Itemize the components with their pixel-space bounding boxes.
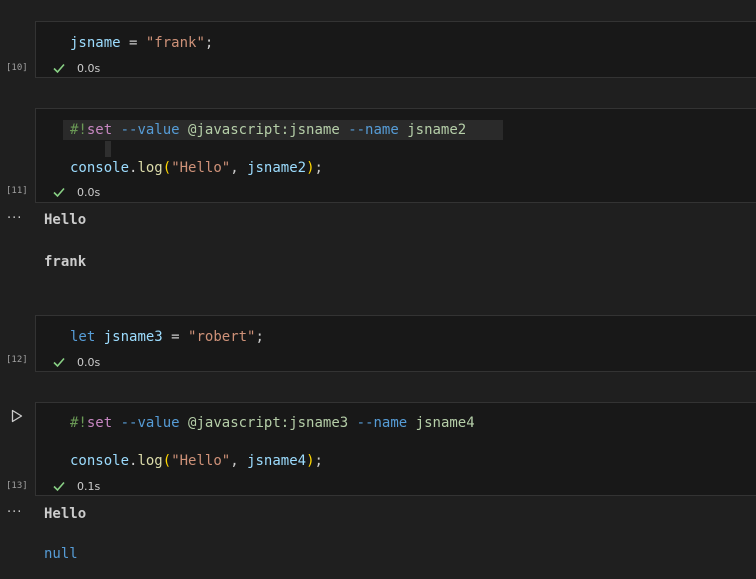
code-token: console xyxy=(70,453,130,469)
code-token: jsname2 xyxy=(407,122,467,138)
execution-time: 0.0s xyxy=(77,355,101,369)
code-token: #! xyxy=(70,122,87,138)
notebook-editor: jsname = "frank"; 0.0s [10] #!set --valu… xyxy=(0,0,756,579)
code-token: set xyxy=(86,122,113,138)
check-icon xyxy=(53,63,65,74)
code-token: jsname3 xyxy=(103,329,163,345)
code-cell-11[interactable]: #!set --value @javascript:jsname --name … xyxy=(35,108,756,203)
code-token: , xyxy=(230,453,248,469)
execution-time: 0.0s xyxy=(77,185,101,199)
code-line[interactable]: let jsname3 = "robert"; xyxy=(70,328,264,346)
execution-time: 0.0s xyxy=(77,61,101,75)
output-line: Hello xyxy=(44,506,87,522)
code-token: ( xyxy=(162,160,172,176)
cell-status: 0.0s xyxy=(52,61,100,75)
play-icon[interactable] xyxy=(11,409,23,423)
execution-count: [13] xyxy=(6,481,28,491)
code-line[interactable]: console.log("Hello", jsname2); xyxy=(70,159,323,177)
code-token: "robert" xyxy=(188,329,256,345)
code-token: ) xyxy=(306,453,315,469)
output-line: frank xyxy=(44,254,87,270)
code-token: --name xyxy=(356,415,408,431)
code-token: #! xyxy=(70,415,87,431)
code-token: "Hello" xyxy=(171,160,231,176)
execution-time: 0.1s xyxy=(77,479,101,493)
check-icon xyxy=(53,187,65,198)
code-token: log xyxy=(137,160,163,176)
code-token: @javascript:jsname xyxy=(188,122,340,138)
execution-count: [11] xyxy=(6,186,28,196)
code-token: --name xyxy=(348,122,399,138)
code-token: log xyxy=(137,453,163,469)
code-token: , xyxy=(230,160,248,176)
execution-count: [12] xyxy=(6,355,28,365)
code-token: jsname2 xyxy=(247,160,307,176)
line-gutter-mark xyxy=(105,141,111,157)
output-menu-button[interactable]: ··· xyxy=(7,211,22,226)
code-token: ; xyxy=(255,329,264,345)
cell-status: 0.1s xyxy=(52,479,100,493)
code-token: set xyxy=(86,415,113,431)
check-icon xyxy=(53,357,65,368)
code-token: --value xyxy=(120,122,180,138)
cell-status: 0.0s xyxy=(52,185,100,199)
check-icon xyxy=(53,481,65,492)
code-line[interactable]: #!set --value @javascript:jsname3 --name… xyxy=(70,414,475,432)
code-token: console xyxy=(70,160,130,176)
output-line: Hello xyxy=(44,212,87,228)
code-token: ( xyxy=(162,453,172,469)
code-token: ) xyxy=(306,160,315,176)
code-token: ; xyxy=(314,453,323,469)
output-menu-button[interactable]: ··· xyxy=(7,505,22,520)
code-token: jsname4 xyxy=(415,415,475,431)
code-token: ; xyxy=(314,160,323,176)
code-line[interactable]: jsname = "frank"; xyxy=(70,34,213,52)
code-token: jsname4 xyxy=(247,453,307,469)
code-cell-12[interactable]: let jsname3 = "robert"; 0.0s xyxy=(35,315,756,372)
code-token: = xyxy=(120,35,146,51)
execution-count: [10] xyxy=(6,63,28,73)
code-token: let xyxy=(70,329,96,345)
code-token: "Hello" xyxy=(171,453,231,469)
code-line[interactable]: console.log("Hello", jsname4); xyxy=(70,452,323,470)
code-token: @javascript:jsname3 xyxy=(188,415,349,431)
code-token: = xyxy=(162,329,189,345)
code-cell-13[interactable]: #!set --value @javascript:jsname3 --name… xyxy=(35,402,756,496)
code-cell-10[interactable]: jsname = "frank"; 0.0s xyxy=(35,21,756,78)
code-token: jsname xyxy=(70,35,121,51)
code-token: ; xyxy=(204,35,214,51)
code-token: --value xyxy=(120,415,180,431)
cell-status: 0.0s xyxy=(52,355,100,369)
code-line[interactable]: #!set --value @javascript:jsname --name … xyxy=(70,121,466,139)
code-token: "frank" xyxy=(145,35,205,51)
output-line: null xyxy=(44,546,78,562)
